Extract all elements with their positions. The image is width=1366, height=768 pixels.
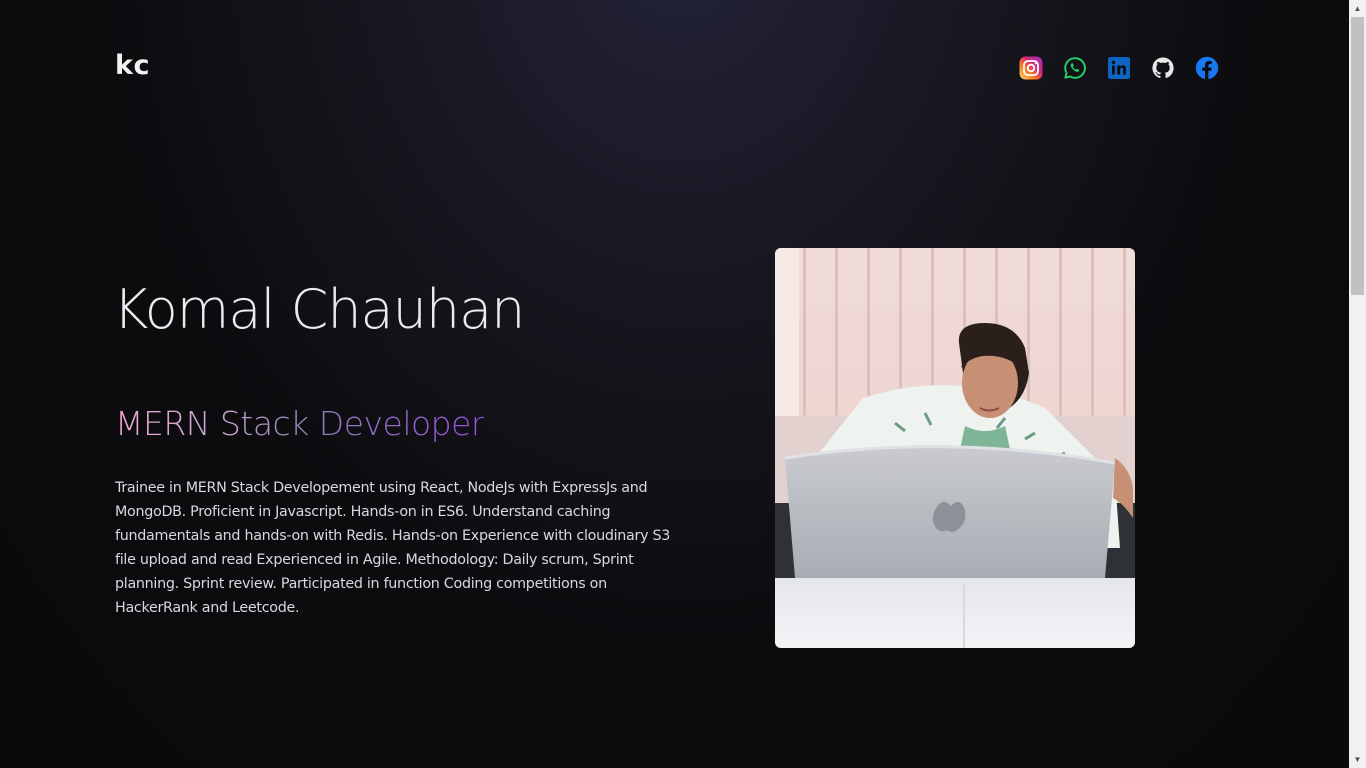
profile-photo	[775, 248, 1135, 648]
hero-bio: Trainee in MERN Stack Developement using…	[115, 480, 671, 616]
profile-photo-illustration	[775, 248, 1135, 648]
vertical-scrollbar[interactable]: ▲ ▼	[1349, 0, 1366, 768]
page: kc Komal Chauhan MERN Stack Developer Tr…	[0, 0, 1349, 768]
whatsapp-link[interactable]	[1061, 54, 1089, 82]
hero-name: Komal Chauhan	[113, 278, 525, 341]
scroll-up-arrow-icon[interactable]: ▲	[1349, 0, 1366, 17]
linkedin-link[interactable]	[1105, 54, 1133, 82]
github-icon	[1152, 57, 1174, 79]
github-link[interactable]	[1149, 54, 1177, 82]
facebook-icon	[1195, 56, 1219, 80]
instagram-link[interactable]	[1017, 54, 1045, 82]
hero-role: MERN Stack Developer	[115, 404, 485, 443]
scrollbar-thumb[interactable]	[1351, 17, 1364, 295]
linkedin-icon	[1108, 57, 1130, 79]
site-logo[interactable]: kc	[115, 50, 150, 81]
scroll-down-arrow-icon[interactable]: ▼	[1349, 751, 1366, 768]
whatsapp-icon	[1064, 57, 1086, 79]
instagram-icon	[1019, 56, 1043, 80]
social-links	[1017, 54, 1221, 82]
facebook-link[interactable]	[1193, 54, 1221, 82]
